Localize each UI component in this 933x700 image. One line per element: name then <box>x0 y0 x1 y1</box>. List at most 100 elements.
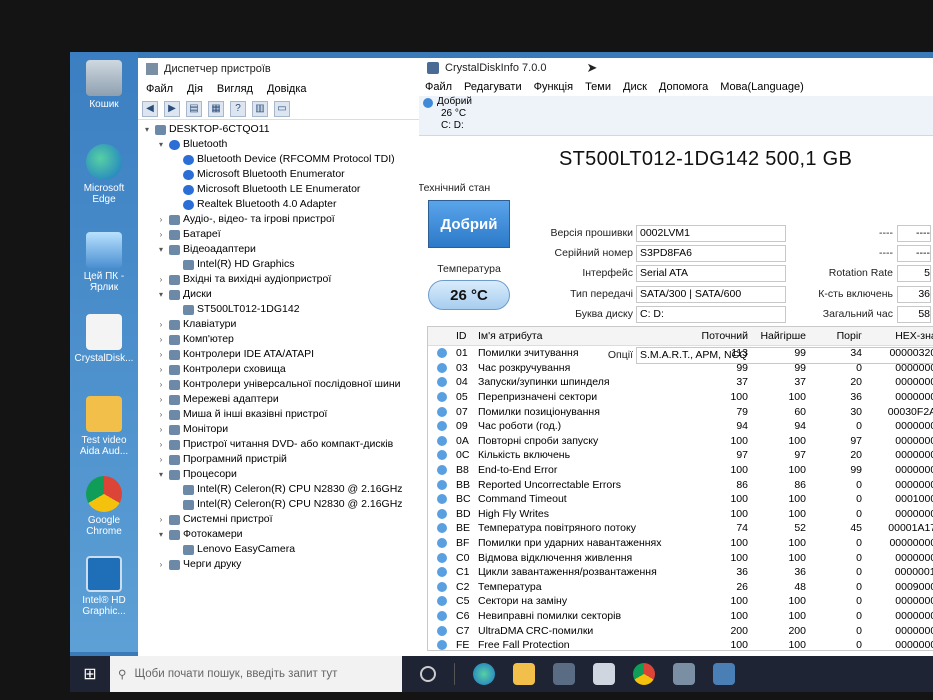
chevron-icon[interactable]: › <box>156 317 166 332</box>
menu-edit[interactable]: Редагувати <box>464 81 522 93</box>
tree-item[interactable]: › Черги друку <box>142 557 419 572</box>
chevron-icon[interactable]: › <box>156 377 166 392</box>
back-icon[interactable]: ◀ <box>142 100 158 117</box>
table-row[interactable]: BC Command Timeout 100 100 0 00010001 <box>428 492 933 507</box>
col-threshold[interactable]: Поріг <box>806 330 862 342</box>
monitor-icon[interactable]: ▭ <box>274 100 290 117</box>
desktop-icon-this-pc[interactable]: Цей ПК - Ярлик <box>74 232 134 293</box>
menu-help[interactable]: Допомога <box>659 81 708 93</box>
chevron-icon[interactable]: › <box>156 557 166 572</box>
table-row[interactable]: C2 Температура 26 48 0 00090000 <box>428 580 933 595</box>
tree-item[interactable]: ▾ Диски <box>142 287 419 302</box>
chevron-icon[interactable]: › <box>156 512 166 527</box>
help-icon[interactable]: ? <box>230 100 246 117</box>
table-row[interactable]: C1 Цикли завантаження/розвантаження 36 36 0 0… <box>428 565 933 580</box>
desktop-icon-crystaldisk[interactable]: CrystalDisk... <box>74 314 134 364</box>
tree-item[interactable]: › Системні пристрої <box>142 512 419 527</box>
tree-item[interactable]: ▾ DESKTOP-6CTQO11 <box>142 122 419 137</box>
tree-item[interactable]: ▾ Відеоадаптери <box>142 242 419 257</box>
chevron-icon[interactable]: › <box>156 347 166 362</box>
tree-item[interactable]: ▾ Фотокамери <box>142 527 419 542</box>
mail-taskbar-icon[interactable] <box>593 663 615 685</box>
table-row[interactable]: 07 Помилки позиціонування 79 60 30 00030F2A1 <box>428 404 933 419</box>
task-view-icon[interactable] <box>420 666 436 682</box>
tree-item[interactable]: ▾ Bluetooth <box>142 137 419 152</box>
tree-item[interactable]: › Батареї <box>142 227 419 242</box>
chevron-icon[interactable]: ▾ <box>156 137 166 152</box>
tree-item[interactable]: Intel(R) Celeron(R) CPU N2830 @ 2.16GHz <box>142 497 419 512</box>
edge-taskbar-icon[interactable] <box>473 663 495 685</box>
table-row[interactable]: BB Reported Uncorrectable Errors 86 86 0 0000… <box>428 477 933 492</box>
table-row[interactable]: BE Температура повітряного потоку 74 52 45 00… <box>428 521 933 536</box>
forward-icon[interactable]: ▶ <box>164 100 180 117</box>
table-row[interactable]: 0A Повторні спроби запуску 100 100 97 0000000… <box>428 434 933 449</box>
desktop-icon-intel-graphics[interactable]: Intel® HD Graphic... <box>74 556 134 617</box>
tree-item[interactable]: Intel(R) Celeron(R) CPU N2830 @ 2.16GHz <box>142 482 419 497</box>
tree-item[interactable]: › Миша й інші вказівні пристрої <box>142 407 419 422</box>
chevron-icon[interactable]: › <box>156 227 166 242</box>
health-status-button[interactable]: Добрий <box>428 200 510 248</box>
menu-language[interactable]: Мова(Language) <box>720 81 804 93</box>
tree-item[interactable]: › Програмний пристрій <box>142 452 419 467</box>
tree-item[interactable]: Bluetooth Device (RFCOMM Protocol TDI) <box>142 152 419 167</box>
chevron-icon[interactable]: › <box>156 392 166 407</box>
tree-item[interactable]: › Контролери сховища <box>142 362 419 377</box>
tree-item[interactable]: ▾ Процесори <box>142 467 419 482</box>
crystaldiskinfo-taskbar-icon[interactable] <box>713 663 735 685</box>
table-row[interactable]: 05 Перепризначені сектори 100 100 36 00000000 <box>428 390 933 405</box>
taskbar-search[interactable]: ⚲ Щоби почати пошук, введіть запит тут <box>110 656 402 692</box>
start-button[interactable]: ⊞ <box>70 656 110 692</box>
device-manager-taskbar-icon[interactable] <box>673 663 695 685</box>
menu-function[interactable]: Функція <box>534 81 573 93</box>
chevron-icon[interactable]: › <box>156 362 166 377</box>
chevron-icon[interactable]: ▾ <box>156 287 166 302</box>
tree-item[interactable]: › Контролери IDE ATA/ATAPI <box>142 347 419 362</box>
col-id[interactable]: ID <box>456 330 478 342</box>
chevron-icon[interactable]: › <box>156 407 166 422</box>
tree-item[interactable]: › Мережеві адаптери <box>142 392 419 407</box>
tree-item[interactable]: › Клавіатури <box>142 317 419 332</box>
explorer-taskbar-icon[interactable] <box>513 663 535 685</box>
chrome-taskbar-icon[interactable] <box>633 663 655 685</box>
menu-help[interactable]: Довідка <box>267 83 307 95</box>
table-row[interactable]: C0 Відмова відключення живлення 100 100 0 000… <box>428 550 933 565</box>
tree-item[interactable]: Lenovo EasyCamera <box>142 542 419 557</box>
chevron-icon[interactable]: › <box>156 437 166 452</box>
chevron-icon[interactable]: ▾ <box>156 527 166 542</box>
col-hex[interactable]: HEX-знач <box>862 330 933 342</box>
store-taskbar-icon[interactable] <box>553 663 575 685</box>
table-row[interactable]: C6 Невиправні помилки секторів 100 100 0 0000… <box>428 609 933 624</box>
list-icon[interactable]: ▥ <box>252 100 268 117</box>
tree-item[interactable]: Intel(R) HD Graphics <box>142 257 419 272</box>
tree-item[interactable]: › Вхідні та вихідні аудіопристрої <box>142 272 419 287</box>
tree-item[interactable]: › Контролери універсальної послідовної ши… <box>142 377 419 392</box>
menu-file[interactable]: Файл <box>146 83 173 95</box>
table-row[interactable]: FEFree Fall Protection100100000000000 <box>428 638 933 650</box>
table-row[interactable]: 03Час розкручування9999000000000 <box>428 361 933 376</box>
chevron-icon[interactable]: ▾ <box>142 122 152 137</box>
menu-themes[interactable]: Теми <box>585 81 611 93</box>
tree-item[interactable]: › Пристрої читання DVD- або компакт-дискі… <box>142 437 419 452</box>
desktop-icon-test-video[interactable]: Test video Aida Aud... <box>74 396 134 457</box>
chevron-icon[interactable]: › <box>156 452 166 467</box>
device-manager-titlebar[interactable]: Диспетчер пристроїв <box>138 58 419 80</box>
chevron-icon[interactable]: ▾ <box>156 467 166 482</box>
table-row[interactable]: C5Сектори на заміну100100000000000 <box>428 594 933 609</box>
col-worst[interactable]: Найгірше <box>748 330 806 342</box>
details-icon[interactable]: ▦ <box>208 100 224 117</box>
tree-item[interactable]: Microsoft Bluetooth LE Enumerator <box>142 182 419 197</box>
desktop-icon-recycle-bin[interactable]: Кошик <box>74 60 134 110</box>
table-row[interactable]: BF Помилки при ударних навантаженнях 100 10… <box>428 536 933 551</box>
disk-selector[interactable]: Добрий 26 °C C: D: <box>419 96 933 136</box>
table-row[interactable]: 0C Кількість включень 97 97 20 00000000 <box>428 448 933 463</box>
tree-item[interactable]: Microsoft Bluetooth Enumerator <box>142 167 419 182</box>
desktop-icon-edge[interactable]: Microsoft Edge <box>74 144 134 205</box>
table-row[interactable]: 01 Помилки зчитування 113 99 34 000003209 <box>428 346 933 361</box>
crystaldiskinfo-titlebar[interactable]: CrystalDiskInfo 7.0.0 ➤ <box>419 58 933 78</box>
properties-icon[interactable]: ▤ <box>186 100 202 117</box>
tree-item[interactable]: › Аудіо-, відео- та ігрові пристрої <box>142 212 419 227</box>
desktop-icon-chrome[interactable]: Google Chrome <box>74 476 134 537</box>
table-row[interactable]: C7UltraDMA CRC-помилки200200000000000 <box>428 623 933 638</box>
menu-file[interactable]: Файл <box>425 81 452 93</box>
menu-action[interactable]: Дія <box>187 83 203 95</box>
